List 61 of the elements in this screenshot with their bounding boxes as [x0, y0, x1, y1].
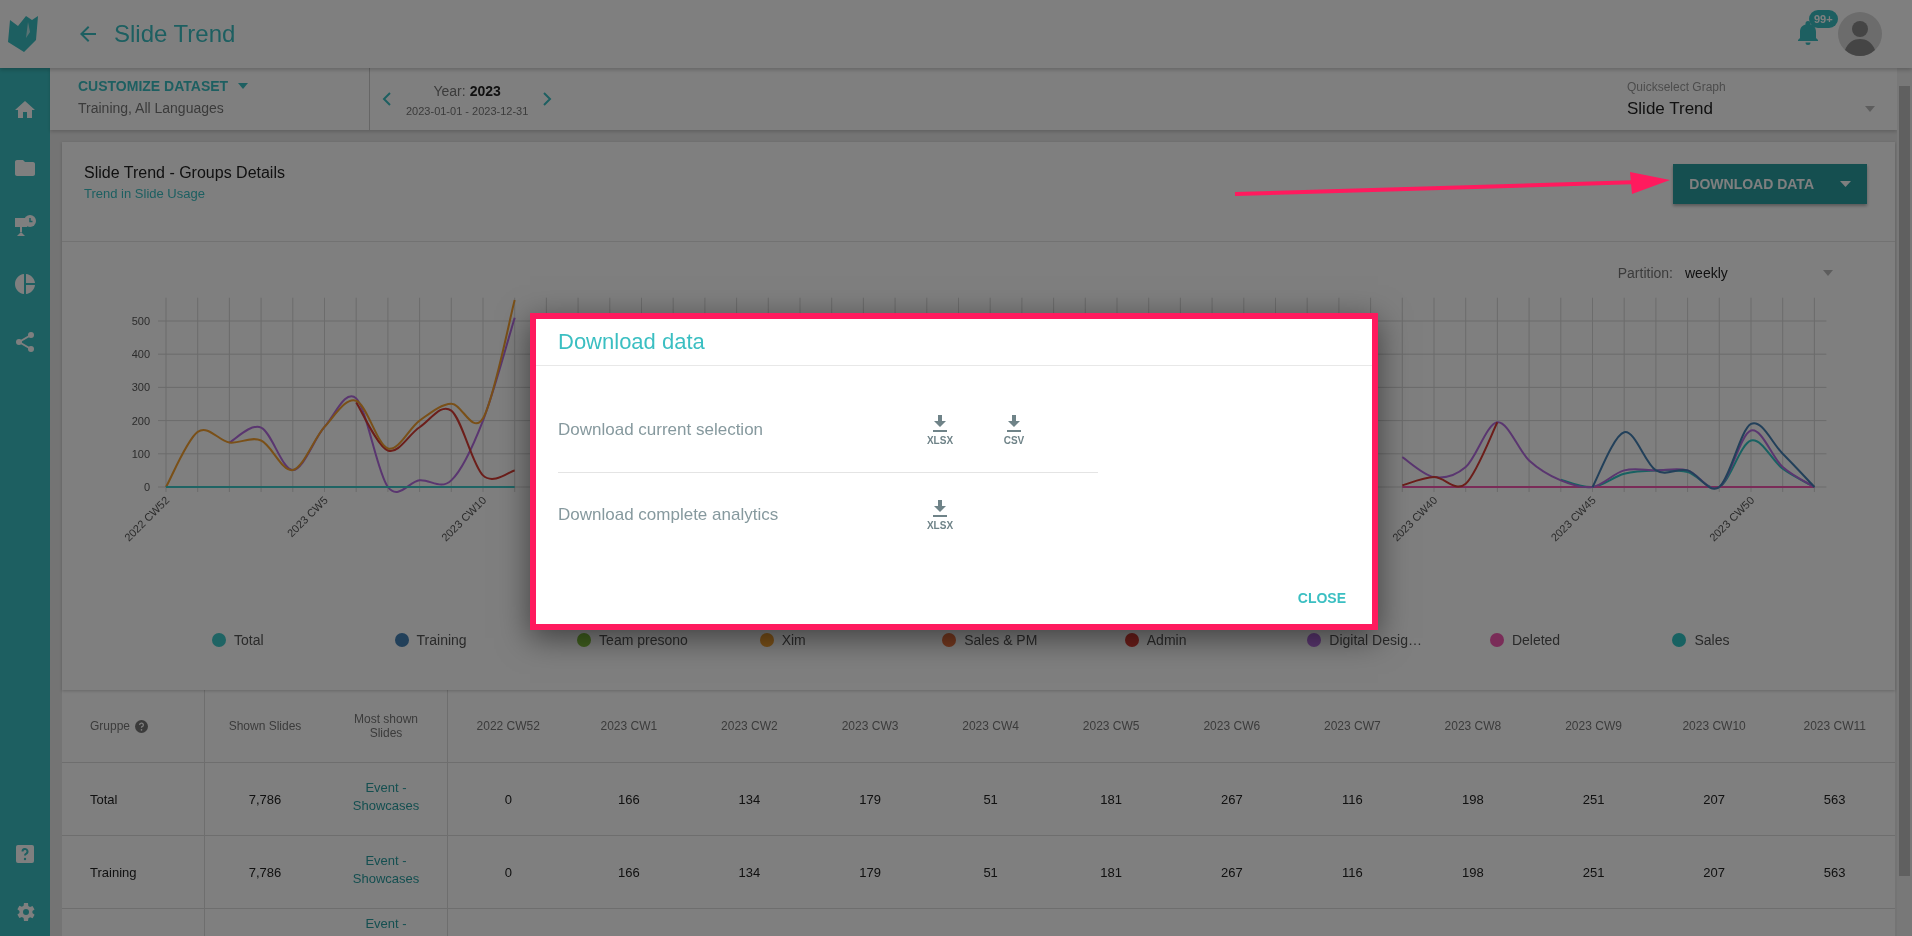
table-cell: 134 [738, 791, 761, 807]
y-axis-label: 200 [131, 414, 150, 427]
table-cell: 0 [504, 791, 512, 807]
dialog-title: Download data [536, 319, 1372, 366]
table-cell: 0 [504, 864, 512, 880]
table-cell: 51 [983, 864, 998, 880]
table-cell: 207 [1703, 864, 1725, 880]
table-cell: 563 [1823, 791, 1846, 807]
option-label: Download current selection [558, 420, 765, 440]
table-cell: 179 [859, 791, 881, 807]
table-cell: 179 [859, 864, 881, 880]
column-header: 2023 CW8 [1444, 719, 1502, 733]
column-header: 2023 CW1 [600, 719, 658, 733]
table-cell: 251 [1582, 791, 1605, 807]
table-cell: 563 [1823, 864, 1846, 880]
column-header: 2023 CW11 [1803, 719, 1866, 733]
table-cell: 166 [618, 864, 640, 880]
table-cell: Training [90, 864, 137, 880]
table-cell: 267 [1220, 864, 1243, 880]
table-cell: 134 [738, 864, 761, 880]
table-cell: 51 [983, 791, 998, 807]
table-cell: 198 [1462, 791, 1484, 807]
y-axis-label: 0 [143, 481, 150, 493]
table-cell: Total [90, 791, 118, 807]
column-header: 2023 CW4 [962, 719, 1019, 733]
column-header: 2023 CW3 [841, 719, 899, 733]
column-header: Gruppe [90, 719, 131, 733]
table-cell: 166 [618, 791, 640, 807]
column-header: Most shown Slides [353, 712, 419, 740]
table-cell: 267 [1220, 791, 1243, 807]
column-header: Shown Slides [228, 719, 302, 733]
table-cell: 181 [1100, 791, 1123, 807]
partition-label: Partition: [1617, 265, 1673, 281]
table-cell: 116 [1342, 791, 1363, 807]
dataset-summary: Training, All Languages [78, 100, 225, 116]
column-header: 2023 CW9 [1565, 719, 1622, 733]
option-label: Download complete analytics [558, 505, 780, 525]
notification-badge: 99+ [1809, 10, 1838, 28]
table-cell: 7,786 [248, 791, 282, 807]
y-axis-label: 400 [131, 348, 150, 361]
page-title: Slide Trend [114, 20, 236, 48]
column-header: 2023 CW2 [721, 719, 778, 733]
table-cell: 251 [1582, 864, 1605, 880]
table-cell: 181 [1100, 864, 1123, 880]
y-axis-label: 100 [131, 447, 150, 460]
year-label: Year: [433, 82, 466, 99]
column-header: 2023 CW10 [1682, 719, 1746, 733]
table-cell: 116 [1342, 864, 1363, 880]
column-header: 2023 CW6 [1203, 719, 1261, 733]
column-header: 2023 CW5 [1082, 719, 1140, 733]
card-title: Slide Trend - Groups Details [84, 164, 285, 182]
card-subtitle: Trend in Slide Usage [84, 186, 206, 201]
table-cell: 198 [1462, 864, 1484, 880]
column-header: 2023 CW7 [1324, 719, 1381, 733]
column-header: 2022 CW52 [476, 719, 540, 733]
table-cell: 207 [1703, 791, 1725, 807]
y-axis-label: 500 [131, 315, 150, 327]
date-range: 2023-01-01 - 2023-12-31 [406, 104, 529, 117]
y-axis-label: 300 [131, 381, 150, 394]
year-value: 2023 [469, 82, 501, 99]
table-cell: 7,786 [248, 864, 282, 880]
